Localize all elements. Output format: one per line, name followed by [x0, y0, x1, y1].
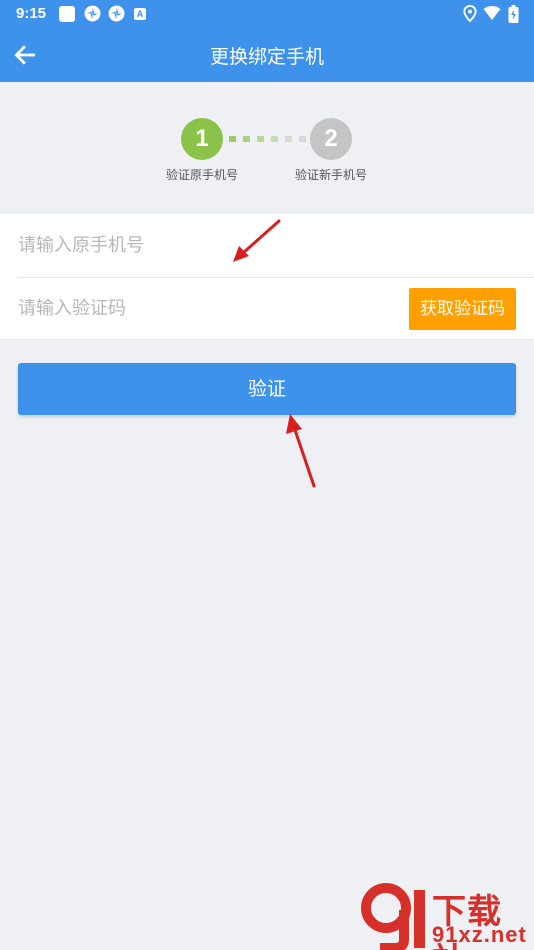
connector-dot [285, 136, 292, 142]
connector-dot [243, 136, 250, 142]
app-pinwheel-icon [84, 5, 101, 22]
status-bar: 9:15 A [0, 0, 534, 28]
navigation-bar: 更换绑定手机 [0, 28, 534, 82]
step-1-label: 验证原手机号 [165, 168, 238, 182]
app-square-icon [59, 6, 75, 22]
step-2-circle: 2 [310, 118, 352, 160]
step-indicator: 1 2 验证原手机号 验证新手机号 [0, 118, 534, 188]
verify-button[interactable]: 验证 [18, 363, 516, 415]
step-1-circle: 1 [181, 118, 223, 160]
connector-dot [299, 136, 306, 142]
verification-code-input[interactable] [18, 277, 398, 340]
connector-dot [257, 136, 264, 142]
status-time: 9:15 [16, 5, 47, 22]
step-connector [229, 136, 307, 142]
font-a-icon: A [134, 8, 146, 20]
divider [0, 339, 534, 340]
page-title: 更换绑定手机 [209, 46, 324, 68]
app-pinwheel-icon [108, 5, 125, 22]
get-code-button[interactable]: 获取验证码 [409, 288, 516, 330]
connector-dot [229, 136, 236, 142]
annotation-arrow-icon [286, 414, 316, 488]
location-icon [463, 5, 477, 22]
wifi-icon [483, 6, 501, 20]
connector-dot [271, 136, 278, 142]
watermark-domain: 91xz.net [432, 922, 527, 947]
app-header: 9:15 A 更换绑定手机 [0, 0, 534, 82]
annotation-arrow-icon [233, 219, 281, 262]
battery-charging-icon [508, 5, 519, 23]
watermark: 下载站 91xz.net [360, 882, 534, 950]
step-2-label: 验证新手机号 [294, 168, 367, 182]
watermark-logo-icon [361, 883, 425, 950]
